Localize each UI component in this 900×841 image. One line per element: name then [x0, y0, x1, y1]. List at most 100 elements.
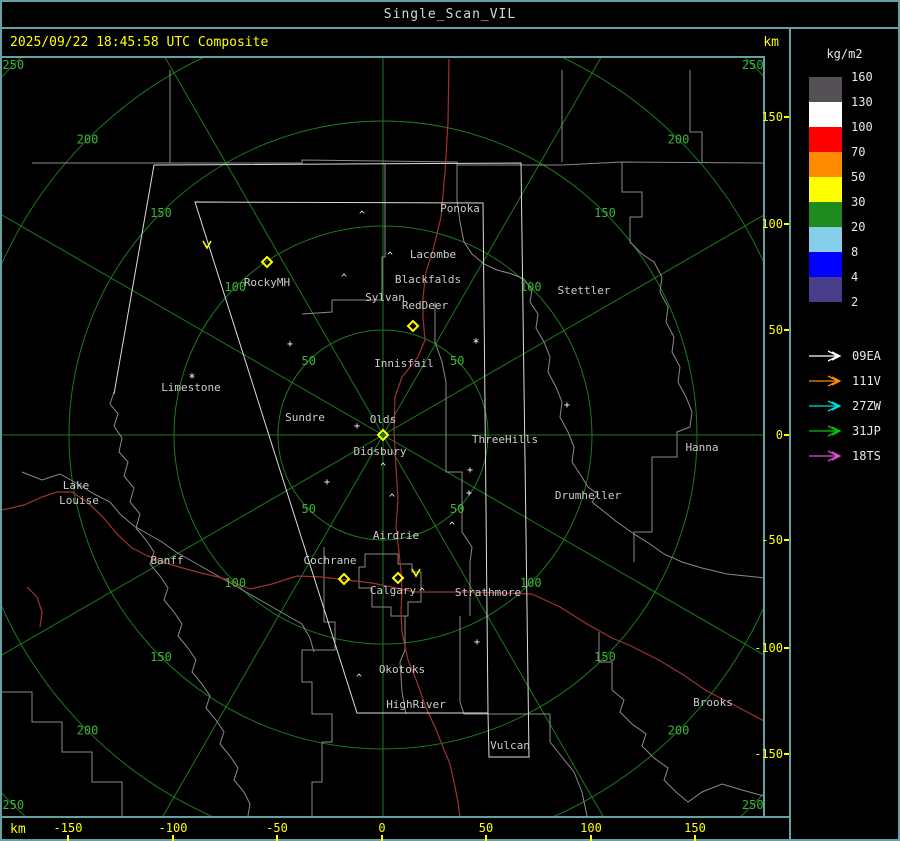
legend-swatch — [809, 152, 842, 177]
city-label: Banff — [150, 554, 183, 567]
city-label: Innisfail — [374, 357, 434, 370]
legend-swatch — [809, 77, 842, 102]
ring-distance-label: 150 — [594, 206, 616, 220]
ring-distance-label: 100 — [224, 576, 246, 590]
station-arrow-icon — [809, 425, 842, 437]
legend-swatch — [809, 227, 842, 252]
legend-value: 50 — [851, 170, 866, 184]
legend-value: 8 — [851, 245, 859, 259]
info-bar: 2025/09/22 18:45:58 UTC Composite km — [0, 27, 791, 58]
station-row: 27ZW — [807, 399, 881, 413]
city-caret-marker: ^ — [359, 210, 365, 221]
legend-value: 160 — [851, 70, 873, 84]
station-id: 09EA — [852, 349, 881, 363]
city-cross-marker: + — [466, 488, 472, 499]
ring-distance-label: 150 — [150, 206, 172, 220]
city-cross-marker: + — [354, 421, 360, 432]
city-label: Drumheller — [555, 489, 622, 502]
station-id: 27ZW — [852, 399, 881, 413]
ring-distance-label: 200 — [77, 724, 99, 738]
ring-distance-label: 150 — [150, 650, 172, 664]
ring-distance-label: 50 — [450, 354, 464, 368]
ring-distance-label: 250 — [742, 58, 763, 72]
bottom-axis-label: -50 — [266, 821, 288, 835]
city-label: Hanna — [685, 441, 718, 454]
ring-distance-label: 250 — [742, 798, 763, 812]
bottom-axis-label: 150 — [684, 821, 706, 835]
window-title: Single_Scan_VIL — [383, 7, 517, 22]
city-label: RockyMH — [244, 276, 290, 289]
city-label: Limestone — [161, 381, 221, 394]
km-unit-label: km — [763, 35, 779, 50]
city-label: Airdrie — [373, 529, 419, 542]
scan-timestamp: 2025/09/22 18:45:58 UTC Composite — [10, 35, 269, 50]
radar-app-window: Single_Scan_VIL 2025/09/22 18:45:58 UTC … — [0, 0, 900, 841]
city-label: Lake — [63, 479, 90, 492]
ring-distance-label: 50 — [302, 502, 316, 516]
radar-site-marker — [406, 319, 420, 333]
bottom-axis-label: 0 — [378, 821, 386, 835]
bottom-axis: km -150 -100 -50 0 50 100 150 — [0, 816, 791, 841]
ring-distance-label: 100 — [224, 280, 246, 294]
right-axis-label: 150 — [761, 110, 783, 124]
ring-distance-label: 250 — [2, 58, 24, 72]
road-line — [26, 586, 43, 628]
boundary-line — [456, 164, 525, 280]
legend-value: 2 — [851, 295, 859, 309]
ring-distance-label: 200 — [668, 724, 690, 738]
city-asterisk-marker: * — [472, 336, 479, 350]
legend-value: 4 — [851, 270, 859, 284]
legend-swatch — [809, 102, 842, 127]
radar-map-canvas[interactable]: 50 50 50 50 100 100 100 100 150 150 150 150 200 200 20… — [2, 58, 763, 816]
station-id: 31JP — [852, 424, 881, 438]
station-arrow-icon — [809, 350, 842, 362]
legend-swatch — [809, 127, 842, 152]
legend-swatch — [809, 277, 842, 302]
station-arrow-icon — [809, 450, 842, 462]
station-row: 18TS — [807, 449, 881, 463]
legend-value: 130 — [851, 95, 873, 109]
city-label: Okotoks — [379, 663, 425, 676]
city-label: HighRiver — [386, 698, 446, 711]
boundary-line — [301, 547, 336, 816]
right-axis: 150 100 50 0 -50 -100 -150 — [754, 56, 792, 818]
boundary-line — [109, 391, 251, 816]
boundary-line — [621, 162, 693, 562]
city-caret-marker: ^ — [419, 587, 425, 598]
city-label: Louise — [59, 494, 99, 507]
bottom-axis-label: -100 — [158, 821, 188, 835]
color-scale: 160 130 100 70 50 30 20 8 4 2 — [791, 70, 898, 317]
bottom-axis-tick — [67, 835, 69, 841]
boundary-line — [32, 70, 171, 164]
city-caret-marker: ^ — [449, 521, 455, 532]
title-bar: Single_Scan_VIL — [0, 0, 900, 29]
city-label: RedDeer — [402, 299, 449, 312]
legend-value: 70 — [851, 145, 866, 159]
city-cross-marker: + — [324, 477, 330, 488]
city-caret-marker: ^ — [389, 493, 395, 504]
city-label: Stettler — [558, 284, 611, 297]
right-axis-label: -150 — [754, 747, 783, 761]
legend-swatch — [809, 202, 842, 227]
city-label: Blackfalds — [395, 273, 461, 286]
city-cross-marker: + — [564, 400, 570, 411]
station-row: 09EA — [807, 349, 881, 363]
legend-panel: kg/m2 160 130 100 70 50 30 20 8 4 2 09EA 111V 27ZW 3… — [789, 27, 900, 841]
station-arrow-icon — [809, 375, 842, 387]
city-label: Sylvan — [365, 291, 405, 304]
legend-value: 100 — [851, 120, 873, 134]
station-id: 18TS — [852, 449, 881, 463]
city-label: Calgary — [370, 584, 417, 597]
legend-swatch — [809, 252, 842, 277]
legend-value: 20 — [851, 220, 866, 234]
station-id: 111V — [852, 374, 881, 388]
bottom-axis-unit: km — [10, 822, 26, 837]
city-label: Didsbury — [354, 445, 407, 458]
ring-distance-label: 150 — [594, 650, 616, 664]
bottom-axis-label: -150 — [53, 821, 83, 835]
city-caret-marker: ^ — [380, 462, 386, 473]
station-arrow-icon — [809, 400, 842, 412]
radar-map[interactable]: 50 50 50 50 100 100 100 100 150 150 150 150 200 200 20… — [0, 56, 765, 818]
city-label: Vulcan — [490, 739, 530, 752]
ring-distance-label: 200 — [77, 132, 99, 146]
